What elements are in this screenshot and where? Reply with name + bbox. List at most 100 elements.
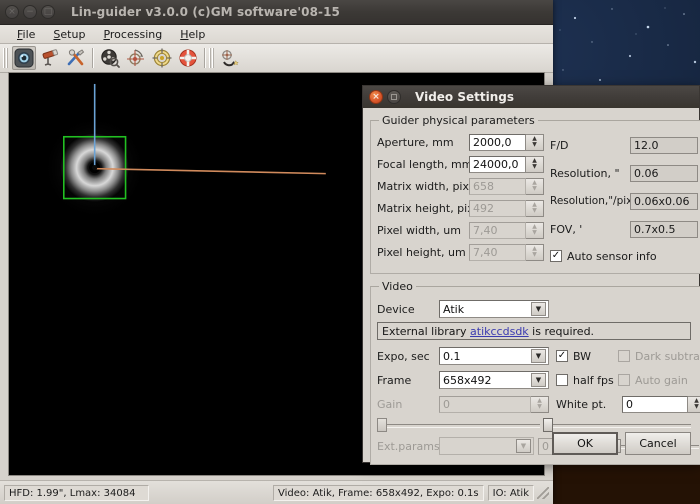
- note-suffix: is required.: [528, 325, 595, 338]
- menu-file-rest: ile: [22, 27, 36, 41]
- spin-down-icon: ▼: [694, 403, 699, 410]
- checkbox-half-fps[interactable]: half fps: [556, 374, 618, 387]
- input-gain[interactable]: 0: [439, 395, 531, 413]
- value-fov: 0.7x0.5: [630, 220, 698, 238]
- select-frame-value: 658x492: [443, 373, 492, 387]
- telescope-icon[interactable]: [38, 46, 62, 70]
- label-fov: FOV, ': [550, 222, 583, 236]
- calibration-target-icon[interactable]: [124, 46, 148, 70]
- select-frame[interactable]: 658x492 ▼: [439, 371, 549, 389]
- chevron-down-icon: ▼: [531, 302, 546, 316]
- readout-resolution: Resolution, " 0.06: [550, 159, 698, 187]
- checkbox-check-icon: ✓: [556, 350, 568, 362]
- menu-file[interactable]: File: [8, 28, 44, 41]
- main-maximize-button[interactable]: □: [41, 5, 55, 19]
- spin-down-icon: ▼: [532, 141, 537, 148]
- checkbox-bw[interactable]: ✓ BW: [556, 350, 618, 363]
- spin-down-icon: ▼: [532, 207, 537, 214]
- slider-gain[interactable]: [377, 417, 540, 433]
- note-prefix: External library: [382, 325, 471, 338]
- spinner-pixel-height[interactable]: ▲ ▼: [526, 243, 544, 261]
- menu-processing[interactable]: Processing: [94, 28, 171, 41]
- guider-physical-parameters-legend: Guider physical parameters: [382, 114, 535, 127]
- toolbar-grip-2[interactable]: [209, 48, 214, 68]
- label-dark-subtract: Dark subtract: [635, 349, 700, 363]
- label-white-pt: White pt.: [556, 397, 607, 411]
- spinner-pixel-width[interactable]: ▲ ▼: [526, 221, 544, 239]
- lifebuoy-icon[interactable]: [176, 46, 200, 70]
- external-library-note: External library atikccdsdk is required.: [377, 322, 691, 340]
- label-frame: Frame: [377, 373, 412, 387]
- spin-down-icon: ▼: [537, 403, 542, 410]
- film-reel-search-icon[interactable]: [98, 46, 122, 70]
- spinner-matrix-height[interactable]: ▲ ▼: [526, 199, 544, 217]
- menu-setup[interactable]: Setup: [44, 28, 94, 41]
- input-aperture[interactable]: 2000,0: [469, 133, 526, 151]
- dialog-title: Video Settings: [415, 90, 514, 104]
- chevron-down-icon: ▼: [516, 439, 531, 453]
- checkbox-auto-gain[interactable]: Auto gain: [618, 374, 688, 387]
- main-close-button[interactable]: ×: [5, 5, 19, 19]
- input-white-pt[interactable]: 0: [622, 395, 688, 413]
- toolbar-grip[interactable]: [3, 48, 8, 68]
- guiding-target-icon[interactable]: [150, 46, 174, 70]
- main-minimize-button[interactable]: −: [23, 5, 37, 19]
- readout-resolution-per-pix: Resolution,"/pix 0.06x0.06: [550, 187, 698, 215]
- dialog-close-button[interactable]: ×: [369, 90, 383, 104]
- maximize-square-icon: [391, 94, 397, 100]
- checkbox-box-icon: [556, 374, 568, 386]
- spinner-white-pt[interactable]: ▲ ▼: [688, 395, 700, 413]
- chevron-down-icon: ▼: [531, 373, 546, 387]
- label-fd: F/D: [550, 138, 569, 152]
- readout-fov: FOV, ' 0.7x0.5: [550, 215, 698, 243]
- value-resolution: 0.06: [630, 164, 698, 182]
- cancel-button[interactable]: Cancel: [625, 432, 691, 455]
- slider-white-pt-knob[interactable]: [543, 418, 553, 432]
- video-settings-dialog: × Video Settings Guider physical paramet…: [362, 85, 700, 465]
- readout-fd: F/D 12.0: [550, 131, 698, 159]
- dialog-body: Guider physical parameters Aperture, mm …: [363, 108, 700, 465]
- label-device: Device: [377, 302, 415, 316]
- field-pixel-height: Pixel height, um 7,40 ▲ ▼: [377, 241, 544, 263]
- input-pixel-height[interactable]: 7,40: [469, 243, 526, 261]
- star-rotate-icon[interactable]: [218, 46, 242, 70]
- select-ext-params[interactable]: ▼: [439, 437, 534, 455]
- frame-row: Frame 658x492 ▼ half fps Auto gain: [377, 368, 700, 392]
- menu-setup-rest: etup: [60, 27, 86, 41]
- ok-button[interactable]: OK: [552, 432, 618, 455]
- spin-down-icon: ▼: [532, 251, 537, 258]
- checkbox-dark-subtract[interactable]: Dark subtract: [618, 350, 700, 363]
- label-auto-gain: Auto gain: [635, 373, 688, 387]
- value-fd: 12.0: [630, 136, 698, 154]
- select-expo[interactable]: 0.1 ▼: [439, 347, 549, 365]
- menu-help[interactable]: Help: [171, 28, 214, 41]
- spinner-matrix-width[interactable]: ▲ ▼: [526, 177, 544, 195]
- label-focal-length: Focal length, mm: [377, 157, 473, 171]
- input-focal-length[interactable]: 24000,0: [469, 155, 526, 173]
- field-matrix-height: Matrix height, pix 492 ▲ ▼: [377, 197, 544, 219]
- checkbox-auto-sensor-info[interactable]: ✓ Auto sensor info: [550, 250, 657, 263]
- dialog-maximize-button[interactable]: [387, 90, 401, 104]
- dialog-titlebar[interactable]: × Video Settings: [363, 86, 699, 108]
- label-pixel-height: Pixel height, um: [377, 245, 466, 259]
- label-matrix-width: Matrix width, pix: [377, 179, 469, 193]
- spinner-gain[interactable]: ▲ ▼: [531, 395, 549, 413]
- select-device[interactable]: Atik ▼: [439, 300, 549, 318]
- resize-grip-icon[interactable]: [537, 486, 549, 499]
- guider-physical-parameters-group: Guider physical parameters Aperture, mm …: [370, 114, 700, 274]
- slider-white-pt[interactable]: [543, 417, 691, 433]
- atikccdsdk-link[interactable]: atikccdsdk: [470, 325, 529, 338]
- input-matrix-height[interactable]: 492: [469, 199, 526, 217]
- slider-gain-knob[interactable]: [377, 418, 387, 432]
- tools-icon[interactable]: [64, 46, 88, 70]
- spin-down-icon: ▼: [532, 229, 537, 236]
- spinner-focal-length[interactable]: ▲ ▼: [526, 155, 544, 173]
- field-pixel-width: Pixel width, um 7,40 ▲ ▼: [377, 219, 544, 241]
- camera-icon[interactable]: [12, 46, 36, 70]
- input-matrix-width[interactable]: 658: [469, 177, 526, 195]
- main-window-titlebar[interactable]: × − □ Lin-guider v3.0.0 (c)GM software'0…: [0, 0, 553, 25]
- spinner-aperture[interactable]: ▲ ▼: [526, 133, 544, 151]
- label-resolution-per-pix: Resolution,"/pix: [550, 195, 633, 207]
- label-half-fps: half fps: [573, 373, 614, 387]
- input-pixel-width[interactable]: 7,40: [469, 221, 526, 239]
